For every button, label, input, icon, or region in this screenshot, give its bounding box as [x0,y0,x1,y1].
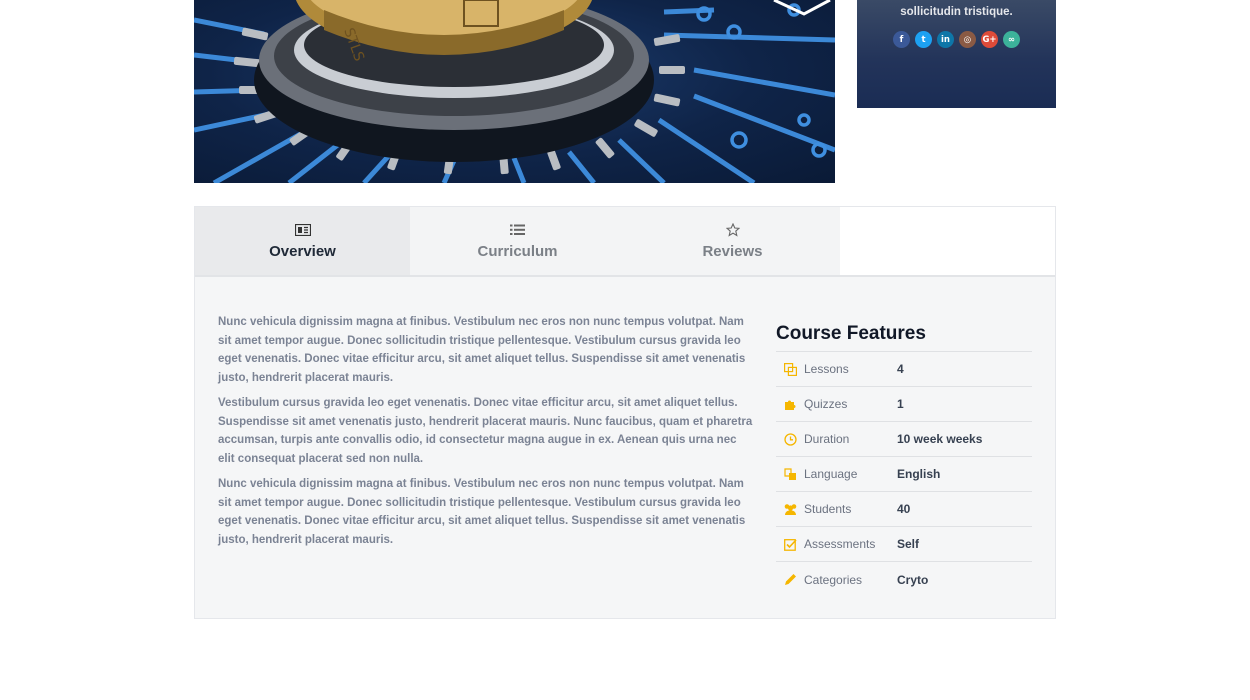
overview-icon [294,223,311,237]
tab-overview[interactable]: Overview [195,207,410,275]
tab-reviews[interactable]: Reviews [625,207,840,275]
overview-paragraph: Nunc vehicula dignissim magna at finibus… [218,316,746,384]
overview-paragraph: Vestibulum cursus gravida leo eget venen… [218,397,753,465]
tab-curriculum-label: Curriculum [477,242,558,260]
clock-icon [776,432,804,446]
tab-bar: Overview Curriculum Reviews [195,207,1055,277]
feature-categories: Categories Cryto [776,562,1032,597]
facebook-icon[interactable]: f [893,31,910,48]
google-plus-icon[interactable]: G+ [981,31,998,48]
lessons-icon [776,362,804,376]
social-links: f t in ◎ G+ ∞ [893,31,1020,48]
list-icon [510,223,525,237]
tab-overview-label: Overview [269,242,336,260]
feature-value: Self [897,537,920,551]
users-icon [776,503,804,516]
feature-value: Cryto [897,572,929,587]
feature-label: Students [804,502,852,516]
overview-description: Nunc vehicula dignissim magna at finibus… [218,313,754,556]
feature-label: Language [804,467,858,481]
feature-value: 10 week weeks [897,432,983,446]
feature-value: 1 [897,397,904,411]
instagram-icon[interactable]: ◎ [959,31,976,48]
bitcoin-chip-illustration: STLS [194,0,835,183]
course-hero-image: STLS [194,0,835,183]
feature-label: Categories [804,572,863,587]
star-icon [725,222,740,237]
check-square-icon [776,538,804,551]
feature-assessments: Assessments Self [776,527,1032,562]
overview-paragraph: Nunc vehicula dignissim magna at finibus… [218,478,746,546]
feature-duration: Duration 10 week weeks [776,422,1032,457]
feature-label: Lessons [804,362,849,376]
language-icon [776,467,804,481]
feature-label: Duration [804,432,850,446]
course-features: Course Features Lessons 4 Quizzes 1 Dura… [776,323,1032,597]
tab-curriculum[interactable]: Curriculum [410,207,625,275]
feature-value: 40 [897,502,911,516]
feature-language: Language English [776,457,1032,492]
feature-label: Assessments [804,537,876,551]
instructor-bio: sollicitudin tristique. [900,6,1013,18]
course-tabs-panel: Overview Curriculum Reviews Nunc vehicul… [194,206,1056,619]
feature-value: English [897,467,941,481]
puzzle-icon [776,398,804,411]
feature-quizzes: Quizzes 1 [776,387,1032,422]
pencil-icon [776,573,804,586]
feature-students: Students 40 [776,492,1032,527]
course-features-title: Course Features [776,323,1032,352]
feature-value: 4 [897,362,904,376]
instructor-card: sollicitudin tristique. f t in ◎ G+ ∞ [857,0,1056,108]
feature-lessons: Lessons 4 [776,352,1032,387]
tab-reviews-label: Reviews [702,242,763,260]
link-icon[interactable]: ∞ [1003,31,1020,48]
linkedin-icon[interactable]: in [937,31,954,48]
feature-label: Quizzes [804,397,848,411]
twitter-icon[interactable]: t [915,31,932,48]
